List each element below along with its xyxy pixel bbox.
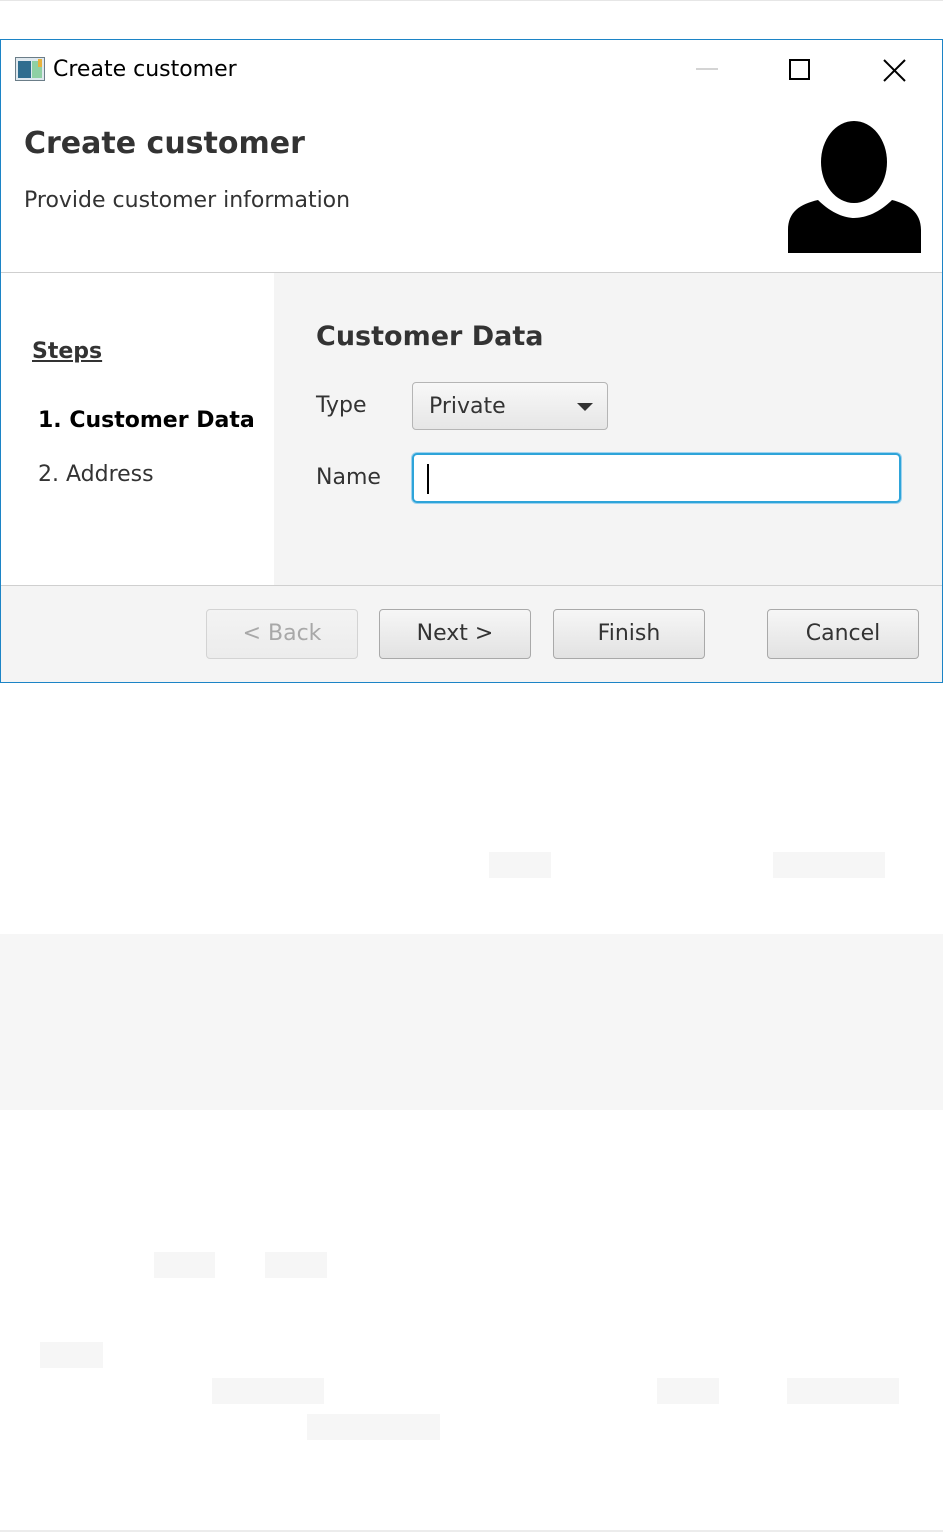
minimize-icon <box>696 68 718 70</box>
maximize-button[interactable] <box>755 40 845 100</box>
header-title: Create customer <box>24 126 305 161</box>
type-select[interactable]: Private <box>412 382 608 430</box>
create-customer-dialog: Create customer Create customer Provide … <box>0 39 943 683</box>
type-select-value: Private <box>429 394 506 419</box>
background-placeholder <box>773 852 885 878</box>
background-band <box>0 934 943 1110</box>
minimize-button[interactable] <box>662 40 752 100</box>
button-bar: < Back Next > Finish Cancel <box>1 586 942 682</box>
next-button[interactable]: Next > <box>379 609 531 659</box>
close-icon <box>883 59 906 82</box>
background-placeholder <box>212 1378 324 1404</box>
name-label: Name <box>316 465 381 490</box>
maximize-icon <box>789 59 810 80</box>
close-button[interactable] <box>849 40 939 100</box>
dialog-header: Create customer Provide customer informa… <box>1 100 942 273</box>
background-placeholder <box>307 1414 440 1440</box>
cancel-button[interactable]: Cancel <box>767 609 919 659</box>
top-divider <box>0 0 943 1</box>
finish-button[interactable]: Finish <box>553 609 705 659</box>
name-input[interactable] <box>412 453 901 503</box>
window-title: Create customer <box>53 57 237 82</box>
step-address: 2. Address <box>38 462 154 487</box>
step-customer-data: 1. Customer Data <box>38 408 255 433</box>
background-placeholder <box>489 852 551 878</box>
type-label: Type <box>316 393 367 418</box>
user-silhouette-icon <box>788 121 921 253</box>
title-bar[interactable]: Create customer <box>1 40 942 100</box>
text-caret <box>427 464 429 494</box>
app-icon <box>15 57 45 81</box>
header-subtitle: Provide customer information <box>24 188 351 213</box>
wizard-content: Steps 1. Customer Data 2. Address Custom… <box>1 273 942 586</box>
background-placeholder <box>265 1252 327 1278</box>
steps-panel: Steps 1. Customer Data 2. Address <box>1 273 274 585</box>
form-title: Customer Data <box>316 321 544 352</box>
steps-heading: Steps <box>32 339 103 364</box>
background-placeholder <box>40 1342 103 1368</box>
chevron-down-icon <box>577 403 593 411</box>
background-placeholder <box>154 1252 215 1278</box>
back-button[interactable]: < Back <box>206 609 358 659</box>
background-placeholder <box>657 1378 719 1404</box>
background-placeholder <box>787 1378 899 1404</box>
